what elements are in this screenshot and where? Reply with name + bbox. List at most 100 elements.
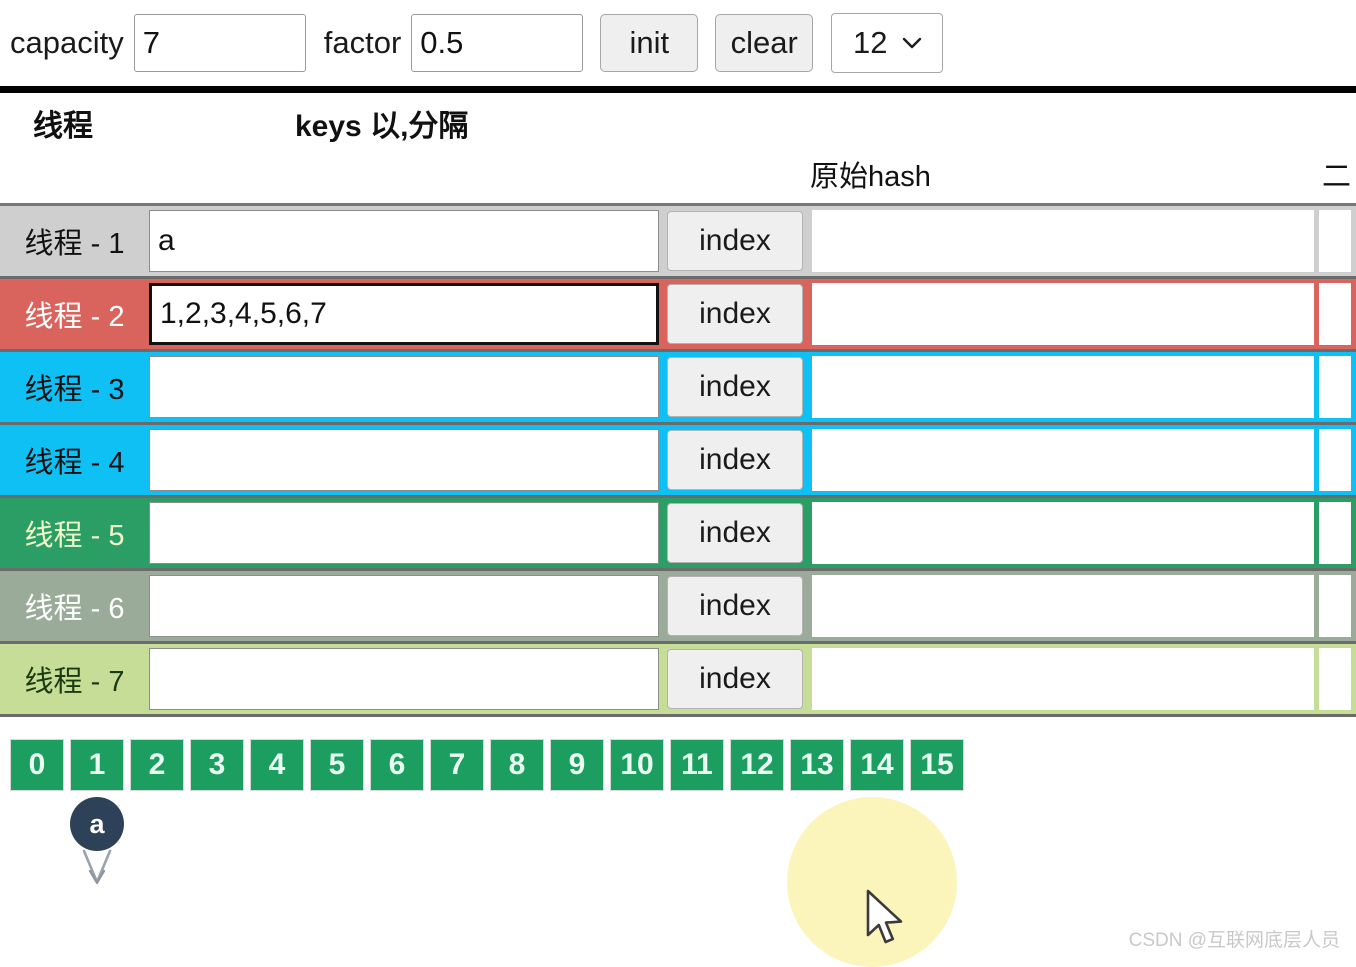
bucket-cell-4[interactable]: 4: [250, 739, 304, 791]
bucket-cell-11[interactable]: 11: [670, 739, 724, 791]
index-cell: index: [659, 498, 807, 568]
index-cell: index: [659, 206, 807, 276]
table-row: 线程 - 4 index: [0, 425, 1356, 495]
factor-label: factor: [323, 25, 402, 60]
table-row: 线程 - 5 index: [0, 498, 1356, 568]
table-row: 线程 - 6 index: [0, 571, 1356, 641]
index-button-2[interactable]: index: [667, 284, 803, 344]
keys-input-6[interactable]: [149, 575, 659, 637]
keys-cell: [149, 425, 659, 495]
thread-label-1: 线程 - 1: [0, 206, 149, 276]
index-button-6[interactable]: index: [667, 576, 803, 636]
bucket-cell-15[interactable]: 15: [910, 739, 964, 791]
thread-label-text: 线程 - 7: [24, 666, 125, 698]
capacity-input[interactable]: [133, 14, 306, 72]
column-header-second: 二: [1322, 161, 1352, 193]
thread-label-3: 线程 - 3: [0, 352, 149, 422]
index-cell: index: [659, 571, 807, 641]
bucket-cell-8[interactable]: 8: [490, 739, 544, 791]
thread-label-6: 线程 - 6: [0, 571, 149, 641]
second-hash-cell-2[interactable]: [1319, 279, 1356, 349]
bucket-cell-14[interactable]: 14: [850, 739, 904, 791]
bucket-cell-7[interactable]: 7: [430, 739, 484, 791]
second-hash-cell-3[interactable]: [1319, 352, 1356, 422]
keys-input-1[interactable]: [149, 210, 659, 272]
keys-cell: [149, 352, 659, 422]
thread-label-text: 线程 - 6: [24, 593, 125, 625]
table-row: 线程 - 2 index: [0, 279, 1356, 349]
index-cell: index: [659, 279, 807, 349]
size-select-value: 12: [853, 25, 888, 60]
pin-layer: a: [0, 791, 1356, 911]
thread-label-text: 线程 - 4: [24, 447, 125, 479]
bucket-cell-12[interactable]: 12: [730, 739, 784, 791]
thread-label-5: 线程 - 5: [0, 498, 149, 568]
bucket-cell-3[interactable]: 3: [190, 739, 244, 791]
factor-input[interactable]: [411, 14, 584, 72]
column-header-keys: keys 以,分隔: [295, 110, 469, 143]
thread-label-text: 线程 - 3: [24, 374, 125, 406]
keys-input-2[interactable]: [149, 283, 659, 345]
second-hash-cell-1[interactable]: [1319, 206, 1356, 276]
thread-label-text: 线程 - 2: [24, 301, 125, 333]
index-cell: index: [659, 352, 807, 422]
bucket-cell-2[interactable]: 2: [130, 739, 184, 791]
thread-label-7: 线程 - 7: [0, 644, 149, 714]
bucket-cell-0[interactable]: 0: [10, 739, 64, 791]
index-cell: index: [659, 425, 807, 495]
index-button-5[interactable]: index: [667, 503, 803, 563]
second-hash-cell-4[interactable]: [1319, 425, 1356, 495]
column-header-original-hash: 原始hash: [810, 161, 931, 193]
table-row: 线程 - 7 index: [0, 644, 1356, 714]
table-subheader: 原始hash 二: [0, 149, 1356, 203]
index-button-3[interactable]: index: [667, 357, 803, 417]
keys-cell: [149, 206, 659, 276]
watermark: CSDN @互联网底层人员: [1128, 930, 1340, 951]
clear-button[interactable]: clear: [715, 14, 814, 72]
second-hash-cell-7[interactable]: [1319, 644, 1356, 714]
index-button-4[interactable]: index: [667, 430, 803, 490]
thread-table: 线程 - 1 index 线程 - 2 index 线程 - 3 index 线程 - 4 i…: [0, 206, 1356, 717]
keys-cell: [149, 571, 659, 641]
table-row: 线程 - 1 index: [0, 206, 1356, 276]
original-hash-cell-2[interactable]: [807, 279, 1319, 349]
original-hash-cell-6[interactable]: [807, 571, 1319, 641]
keys-input-3[interactable]: [149, 356, 659, 418]
keys-cell: [149, 498, 659, 568]
keys-input-7[interactable]: [149, 648, 659, 710]
second-hash-cell-6[interactable]: [1319, 571, 1356, 641]
thread-label-text: 线程 - 1: [24, 228, 125, 260]
table-header: 线程 keys 以,分隔: [0, 93, 1356, 149]
thread-label-4: 线程 - 4: [0, 425, 149, 495]
bucket-cell-10[interactable]: 10: [610, 739, 664, 791]
original-hash-cell-7[interactable]: [807, 644, 1319, 714]
bucket-cell-5[interactable]: 5: [310, 739, 364, 791]
key-pin[interactable]: a: [70, 797, 126, 889]
original-hash-cell-5[interactable]: [807, 498, 1319, 568]
bucket-array: 0 1 2 3 4 5 6 7 8 9 10 11 12 13 14 15: [0, 717, 1356, 791]
keys-input-4[interactable]: [149, 429, 659, 491]
size-select[interactable]: 12: [831, 13, 944, 73]
section-divider: [0, 86, 1356, 93]
keys-cell: [149, 279, 659, 349]
original-hash-cell-3[interactable]: [807, 352, 1319, 422]
key-pin-label: a: [70, 797, 124, 851]
index-button-1[interactable]: index: [667, 211, 803, 271]
toolbar: capacity factor init clear 12: [0, 0, 1356, 86]
chevron-down-icon: [902, 37, 921, 49]
init-button[interactable]: init: [600, 14, 699, 72]
original-hash-cell-1[interactable]: [807, 206, 1319, 276]
table-row: 线程 - 3 index: [0, 352, 1356, 422]
column-header-thread: 线程: [33, 110, 93, 143]
second-hash-cell-5[interactable]: [1319, 498, 1356, 568]
bucket-cell-13[interactable]: 13: [790, 739, 844, 791]
bucket-cell-6[interactable]: 6: [370, 739, 424, 791]
keys-input-5[interactable]: [149, 502, 659, 564]
index-button-7[interactable]: index: [667, 649, 803, 709]
bucket-cell-1[interactable]: 1: [70, 739, 124, 791]
row-divider: [0, 714, 1356, 717]
pin-arrow-icon: [82, 849, 112, 885]
thread-label-text: 线程 - 5: [24, 520, 125, 552]
bucket-cell-9[interactable]: 9: [550, 739, 604, 791]
original-hash-cell-4[interactable]: [807, 425, 1319, 495]
